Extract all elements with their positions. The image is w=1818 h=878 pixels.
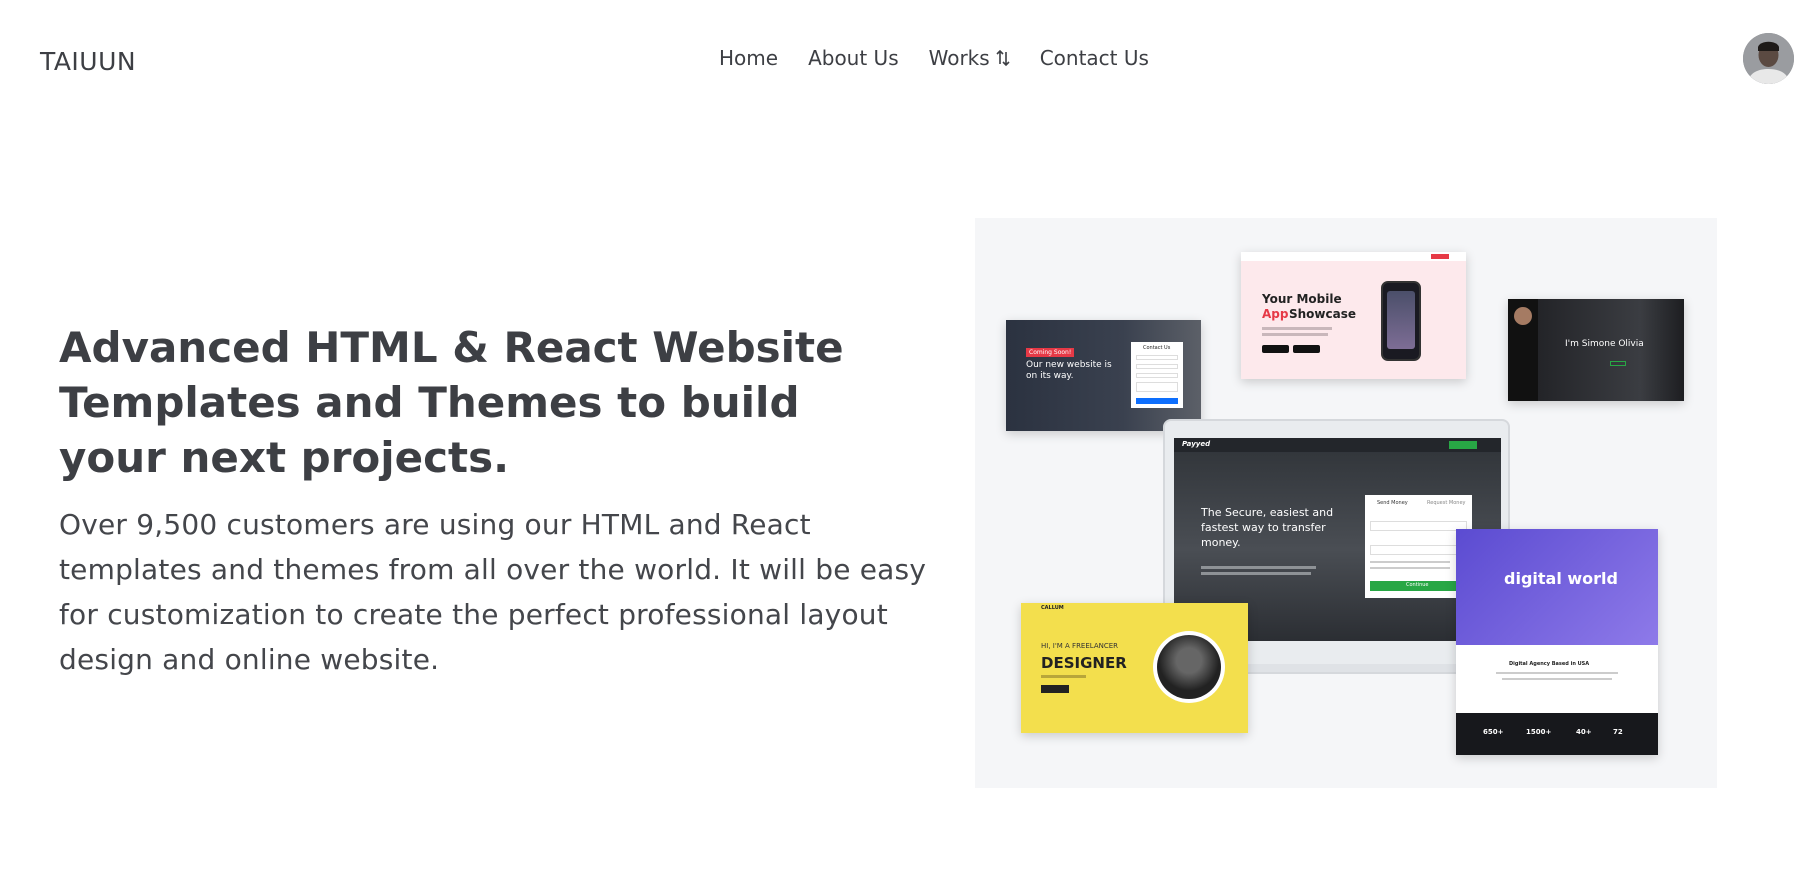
template-app-showcase: Your Mobile App Showcase (1241, 252, 1466, 379)
callum-logo: CALLUM (1041, 605, 1064, 611)
payyed-continue-button: Continue (1370, 581, 1467, 591)
agency-stat-1: 650+ (1483, 728, 1504, 736)
freelancer-label: HI, I'M A FREELANCER (1041, 642, 1119, 650)
hero-title: Advanced HTML & React Website Templates … (59, 323, 844, 482)
nav-works[interactable]: Works (929, 46, 1010, 70)
main-nav: Home About Us Works Contact Us (719, 46, 1149, 70)
agency-stat-3: 40+ (1576, 728, 1592, 736)
phone-mockup (1381, 281, 1421, 361)
callum-portrait (1153, 631, 1225, 703)
app-store-badge (1262, 345, 1289, 353)
digital-world-title: digital world (1504, 569, 1618, 588)
coming-soon-badge: Coming Soon! (1026, 348, 1075, 357)
sort-arrows-icon (996, 49, 1010, 67)
nav-home[interactable]: Home (719, 46, 778, 70)
payyed-logo: Payyed (1182, 440, 1211, 448)
app-title-line2a: App (1262, 307, 1289, 321)
payyed-title: The Secure, easiest and fastest way to t… (1201, 506, 1334, 549)
template-digital-agency: digital world Digital Agency Based in US… (1456, 529, 1658, 755)
simone-title: I'm Simone Olivia (1565, 339, 1644, 349)
nav-about[interactable]: About Us (808, 46, 899, 70)
payyed-send-tab: Send Money (1377, 500, 1408, 506)
templates-showcase-image: Coming Soon! Our new website is on its w… (975, 218, 1717, 788)
payyed-continue-label: Continue (1406, 582, 1429, 588)
template-callum: CALLUM HI, I'M A FREELANCER DESIGNER (1021, 603, 1248, 733)
agency-stat-4: 72 (1613, 728, 1623, 736)
template-coming-soon: Coming Soon! Our new website is on its w… (1006, 320, 1201, 431)
agency-stats-bar: 650+ 1500+ 40+ 72 (1456, 713, 1658, 755)
contact-form-mock: Contact Us (1131, 342, 1183, 408)
user-avatar[interactable] (1743, 33, 1794, 84)
app-title-line2b: Showcase (1289, 307, 1357, 321)
navbar: TAIUUN Home About Us Works Contact Us (0, 0, 1818, 105)
contact-form-title: Contact Us (1143, 345, 1171, 351)
app-title-line1: Your Mobile (1262, 292, 1342, 306)
brand-logo[interactable]: TAIUUN (40, 47, 136, 76)
coming-soon-title: Our new website is on its way. (1026, 360, 1112, 381)
play-store-badge (1293, 345, 1320, 353)
agency-subtitle: Digital Agency Based in USA (1509, 661, 1590, 667)
agency-stat-2: 1500+ (1526, 728, 1552, 736)
nav-contact[interactable]: Contact Us (1040, 46, 1149, 70)
payyed-request-tab: Request Money (1427, 500, 1466, 506)
avatar-image (1743, 33, 1794, 84)
designer-title: DESIGNER (1041, 654, 1127, 672)
simone-avatar (1514, 307, 1532, 325)
template-portfolio-simone: I'm Simone Olivia (1508, 299, 1684, 401)
hero-description: Over 9,500 customers are using our HTML … (59, 508, 927, 676)
callum-hire-button (1041, 685, 1069, 693)
nav-works-label: Works (928, 46, 990, 70)
